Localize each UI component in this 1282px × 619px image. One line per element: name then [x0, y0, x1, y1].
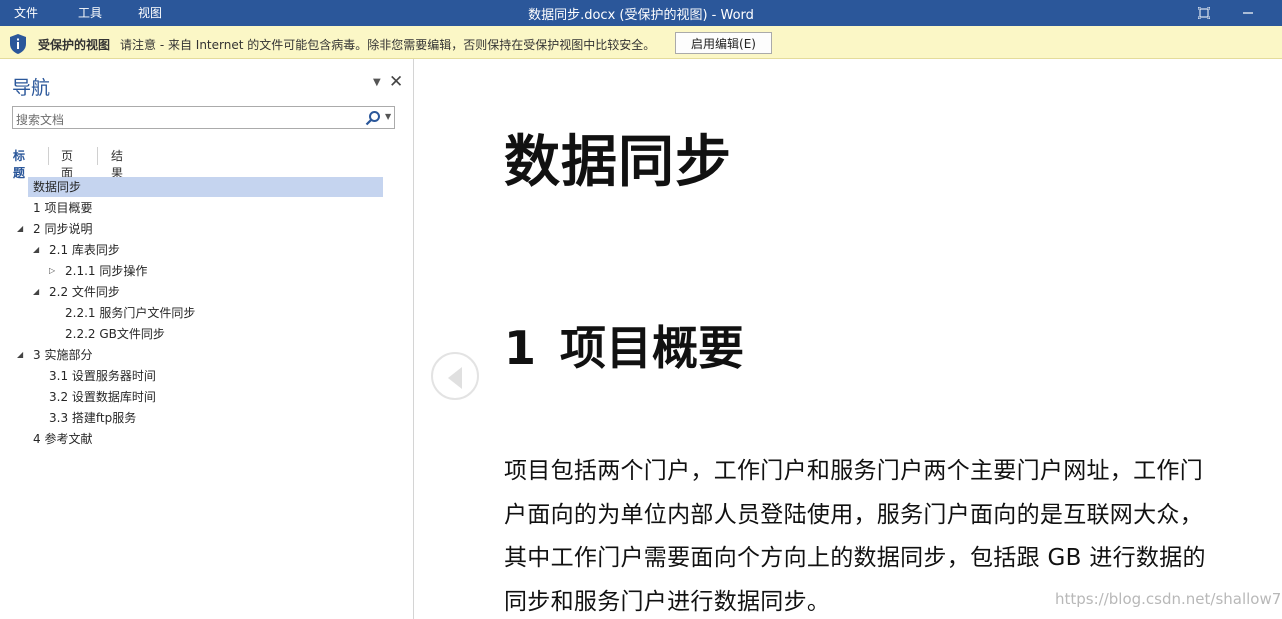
nav-heading-item[interactable]: 2.2 文件同步	[49, 282, 120, 302]
nav-heading-label: 数据同步	[33, 180, 82, 194]
tab-headings[interactable]: 标题	[13, 147, 25, 181]
navigation-pane: 导航 ▼ ✕ 搜索文档 ▼ 标题 页面 结果 数据同步 1 项目概要 2 同步说明 ◢…	[0, 59, 414, 619]
nav-heading-label: 2.1 库表同步	[49, 243, 120, 257]
search-placeholder: 搜索文档	[16, 113, 65, 127]
nav-heading-item[interactable]: 4 参考文献	[33, 429, 92, 449]
paragraph-line: 户面向的为单位内部人员登陆使用，服务门户面向的是互联网大众，	[504, 502, 1203, 528]
tab-divider	[97, 147, 98, 165]
nav-heading-label: 1 项目概要	[33, 201, 93, 215]
tab-results[interactable]: 结果	[111, 147, 123, 181]
collapse-arrow-icon[interactable]: ◢	[33, 282, 39, 302]
nav-heading-item[interactable]: 数据同步	[28, 177, 383, 197]
search-input[interactable]: 搜索文档 ▼	[12, 106, 395, 129]
nav-heading-item[interactable]: 3.1 设置服务器时间	[49, 366, 156, 386]
enable-editing-button[interactable]: 启用编辑(E)	[675, 32, 772, 54]
tab-pages[interactable]: 页面	[61, 147, 73, 181]
arrow-left-icon	[448, 367, 462, 389]
tab-divider	[48, 147, 49, 165]
heading-number: 1	[504, 321, 537, 375]
nav-heading-label: 4 参考文献	[33, 432, 93, 446]
nav-heading-item[interactable]: 3.3 搭建ftp服务	[49, 408, 136, 428]
nav-heading-item[interactable]: 2.2.1 服务门户文件同步	[65, 303, 195, 323]
collapse-arrow-icon[interactable]: ◢	[17, 345, 23, 365]
nav-heading-item[interactable]: 2.1 库表同步	[49, 240, 120, 260]
window-title: 数据同步.docx (受保护的视图) - Word	[528, 8, 754, 23]
chevron-down-icon[interactable]: ▼	[373, 77, 381, 88]
menu-file[interactable]: 文件	[14, 4, 38, 21]
paragraph-line: 其中工作门户需要面向个方向上的数据同步，包括跟 GB 进行数据的	[504, 545, 1206, 571]
document-area: 数据同步 1 项目概要 项目包括两个门户，工作门户和服务门户两个主要门户网址，工作…	[415, 59, 1282, 619]
nav-title: 导航	[12, 77, 51, 99]
previous-page-button[interactable]	[431, 352, 479, 400]
title-bar: 文件 工具 视图 数据同步.docx (受保护的视图) - Word	[0, 0, 1282, 26]
watermark-text: https://blog.csdn.net/shallow72	[1055, 590, 1282, 608]
paragraph-line: 同步和服务门户进行数据同步。	[504, 589, 831, 615]
heading-text: 项目概要	[560, 321, 745, 375]
menu-view[interactable]: 视图	[138, 4, 162, 21]
nav-heading-label: 3.3 搭建ftp服务	[49, 411, 137, 425]
paragraph-line: 项目包括两个门户，工作门户和服务门户两个主要门户网址，工作门	[504, 458, 1203, 484]
nav-heading-label: 2.1.1 同步操作	[65, 264, 148, 278]
nav-heading-label: 2 同步说明	[33, 222, 93, 236]
nav-heading-item[interactable]: 3 实施部分	[33, 345, 92, 365]
expand-arrow-icon[interactable]: ▷	[49, 261, 55, 281]
protected-view-title: 受保护的视图	[38, 38, 111, 52]
collapse-arrow-icon[interactable]: ◢	[33, 240, 39, 260]
nav-heading-label: 2.2.2 GB文件同步	[65, 327, 165, 341]
search-icon[interactable]	[365, 110, 381, 126]
search-options-icon[interactable]: ▼	[385, 112, 391, 121]
protected-view-bar: 受保护的视图 请注意 - 来自 Internet 的文件可能包含病毒。除非您需要…	[0, 26, 1282, 59]
nav-heading-label: 2.2.1 服务门户文件同步	[65, 306, 196, 320]
shield-icon	[10, 34, 26, 54]
close-icon[interactable]: ✕	[389, 72, 403, 92]
protected-view-message: 请注意 - 来自 Internet 的文件可能包含病毒。除非您需要编辑，否则保持…	[120, 38, 656, 52]
nav-heading-label: 3.1 设置服务器时间	[49, 369, 156, 383]
nav-heading-label: 3.2 设置数据库时间	[49, 390, 156, 404]
nav-heading-item[interactable]: 2 同步说明	[33, 219, 92, 239]
heading-1: 1 项目概要	[504, 312, 744, 378]
menu-tools[interactable]: 工具	[78, 4, 102, 21]
nav-heading-item[interactable]: 1 项目概要	[33, 198, 92, 218]
nav-heading-label: 3 实施部分	[33, 348, 93, 362]
nav-heading-label: 2.2 文件同步	[49, 285, 120, 299]
collapse-arrow-icon[interactable]: ◢	[17, 219, 23, 239]
nav-heading-item[interactable]: 3.2 设置数据库时间	[49, 387, 156, 407]
nav-heading-item[interactable]: 2.1.1 同步操作	[65, 261, 147, 281]
restore-icon[interactable]	[1184, 0, 1224, 26]
document-title: 数据同步	[504, 130, 732, 195]
nav-heading-item[interactable]: 2.2.2 GB文件同步	[65, 324, 165, 344]
minimize-icon[interactable]	[1228, 0, 1268, 26]
